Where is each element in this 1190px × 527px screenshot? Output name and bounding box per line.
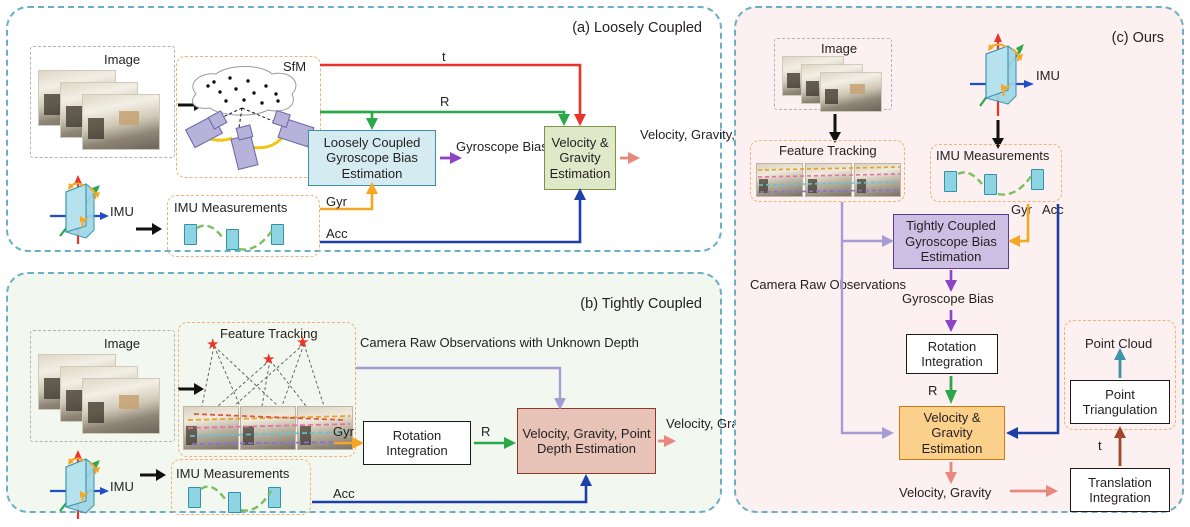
panel-c-edges [840, 202, 1126, 497]
panel-ours: (c) Ours Image Feature Tracking IMU IMU … [734, 6, 1184, 513]
edge-gyr-label-a: Gyr [326, 194, 347, 209]
panel-a-edges [320, 63, 640, 244]
panel-tightly-coupled: (b) Tightly Coupled Image Feature Tracki… [6, 272, 832, 519]
edge-t-label-a: t [442, 49, 446, 64]
edge-acc-label-a: Acc [326, 226, 348, 241]
edge-R-label-a: R [440, 94, 450, 109]
panel-b-edges [312, 366, 676, 504]
panel-loosely-coupled: (a) Loosely Coupled Image SfM IMU IMU Me… [6, 6, 845, 257]
